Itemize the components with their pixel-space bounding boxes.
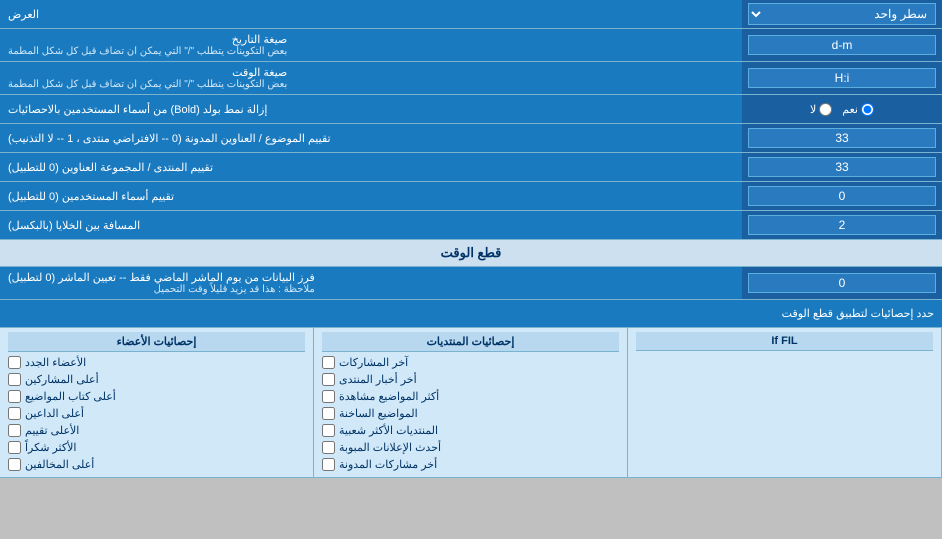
cb-popular-forums[interactable]: المنتديات الأكثر شعبية bbox=[322, 422, 619, 439]
cb-last-posts[interactable]: آخر المشاركات bbox=[322, 354, 619, 371]
cb-blog-posts-check[interactable] bbox=[322, 458, 335, 471]
cb-top-callers-check[interactable] bbox=[8, 407, 21, 420]
bold-yes-label[interactable]: نعم bbox=[842, 103, 874, 116]
cb-top-topic-writers-check[interactable] bbox=[8, 390, 21, 403]
checkbox-col-2: إحصائيات المنتديات آخر المشاركات أخر أخب… bbox=[314, 328, 628, 477]
forum-order-field[interactable] bbox=[748, 157, 936, 177]
cb-most-thanks-check[interactable] bbox=[8, 441, 21, 454]
cb-new-members-check[interactable] bbox=[8, 356, 21, 369]
bold-no-label[interactable]: لا bbox=[810, 103, 832, 116]
cutoff-value-input[interactable] bbox=[742, 267, 942, 299]
topics-order-input[interactable] bbox=[742, 124, 942, 152]
users-order-label: تقييم أسماء المستخدمين (0 للتطبيل) bbox=[0, 182, 742, 210]
cutoff-row-label: فرز البيانات من يوم الماشر الماضي فقط --… bbox=[0, 267, 742, 299]
cb-top-topic-writers[interactable]: أعلى كتاب المواضيع bbox=[8, 388, 305, 405]
time-format-label: صيغة الوقت بعض التكوينات يتطلب "/" التي … bbox=[0, 62, 742, 94]
cb-top-rated-check[interactable] bbox=[8, 424, 21, 437]
cb-forum-news-check[interactable] bbox=[322, 373, 335, 386]
checkbox-col-3: If FIL bbox=[628, 328, 942, 477]
topics-order-field[interactable] bbox=[748, 128, 936, 148]
cb-hot-topics[interactable]: المواضيع الساخنة bbox=[322, 405, 619, 422]
date-format-field[interactable] bbox=[748, 35, 936, 55]
time-format-field[interactable] bbox=[748, 68, 936, 88]
stats-limit-label: حدد إحصائيات لتطبيق قطع الوقت bbox=[0, 303, 942, 324]
cb-new-members[interactable]: الأعضاء الجدد bbox=[8, 354, 305, 371]
cb-classifieds-check[interactable] bbox=[322, 441, 335, 454]
cb-most-thanks[interactable]: الأكثر شكراً bbox=[8, 439, 305, 456]
bold-no-radio[interactable] bbox=[819, 103, 832, 116]
cb-blog-posts[interactable]: أخر مشاركات المدونة bbox=[322, 456, 619, 473]
cb-top-violators[interactable]: أعلى المخالفين bbox=[8, 456, 305, 473]
cutoff-value-field[interactable] bbox=[748, 273, 936, 293]
col1-header: إحصائيات الأعضاء bbox=[8, 332, 305, 352]
cell-spacing-label: المسافة بين الخلايا (بالبكسل) bbox=[0, 211, 742, 239]
display-mode-select[interactable]: سطر واحد سطران ثلاثة أسطر bbox=[748, 3, 936, 25]
cb-top-posters-check[interactable] bbox=[8, 373, 21, 386]
checkbox-section: If FIL إحصائيات المنتديات آخر المشاركات … bbox=[0, 328, 942, 478]
time-format-input[interactable] bbox=[742, 62, 942, 94]
cb-most-viewed[interactable]: أكثر المواضيع مشاهدة bbox=[322, 388, 619, 405]
bold-remove-input[interactable]: نعم لا bbox=[742, 95, 942, 123]
cb-classifieds[interactable]: أحدث الإعلانات المبوبة bbox=[322, 439, 619, 456]
bold-remove-label: إزالة نمط بولد (Bold) من أسماء المستخدمي… bbox=[0, 95, 742, 123]
display-mode-input[interactable]: سطر واحد سطران ثلاثة أسطر bbox=[742, 0, 942, 28]
checkbox-col-1: إحصائيات الأعضاء الأعضاء الجدد أعلى المش… bbox=[0, 328, 314, 477]
users-order-field[interactable] bbox=[748, 186, 936, 206]
date-format-label: صيغة التاريخ بعض التكوينات يتطلب "/" الت… bbox=[0, 29, 742, 61]
topics-order-label: تقييم الموضوع / العناوين المدونة (0 -- ا… bbox=[0, 124, 742, 152]
cell-spacing-field[interactable] bbox=[748, 215, 936, 235]
forum-order-label: تقييم المنتدى / المجموعة العناوين (0 للت… bbox=[0, 153, 742, 181]
cb-popular-forums-check[interactable] bbox=[322, 424, 335, 437]
cb-top-rated[interactable]: الأعلى تقييم bbox=[8, 422, 305, 439]
cb-forum-news[interactable]: أخر أخبار المنتدى bbox=[322, 371, 619, 388]
cb-top-posters[interactable]: أعلى المشاركين bbox=[8, 371, 305, 388]
forum-order-input[interactable] bbox=[742, 153, 942, 181]
cb-most-viewed-check[interactable] bbox=[322, 390, 335, 403]
display-mode-label: العرض bbox=[0, 0, 742, 28]
col3-header: If FIL bbox=[636, 332, 933, 351]
stats-limit-row: حدد إحصائيات لتطبيق قطع الوقت bbox=[0, 300, 942, 328]
date-format-input[interactable] bbox=[742, 29, 942, 61]
col2-header: إحصائيات المنتديات bbox=[322, 332, 619, 352]
cutoff-section-header: قطع الوقت bbox=[0, 240, 942, 267]
bold-yes-radio[interactable] bbox=[861, 103, 874, 116]
cb-top-violators-check[interactable] bbox=[8, 458, 21, 471]
cb-top-callers[interactable]: أعلى الداعين bbox=[8, 405, 305, 422]
cb-hot-topics-check[interactable] bbox=[322, 407, 335, 420]
cell-spacing-input[interactable] bbox=[742, 211, 942, 239]
users-order-input[interactable] bbox=[742, 182, 942, 210]
cb-last-posts-check[interactable] bbox=[322, 356, 335, 369]
